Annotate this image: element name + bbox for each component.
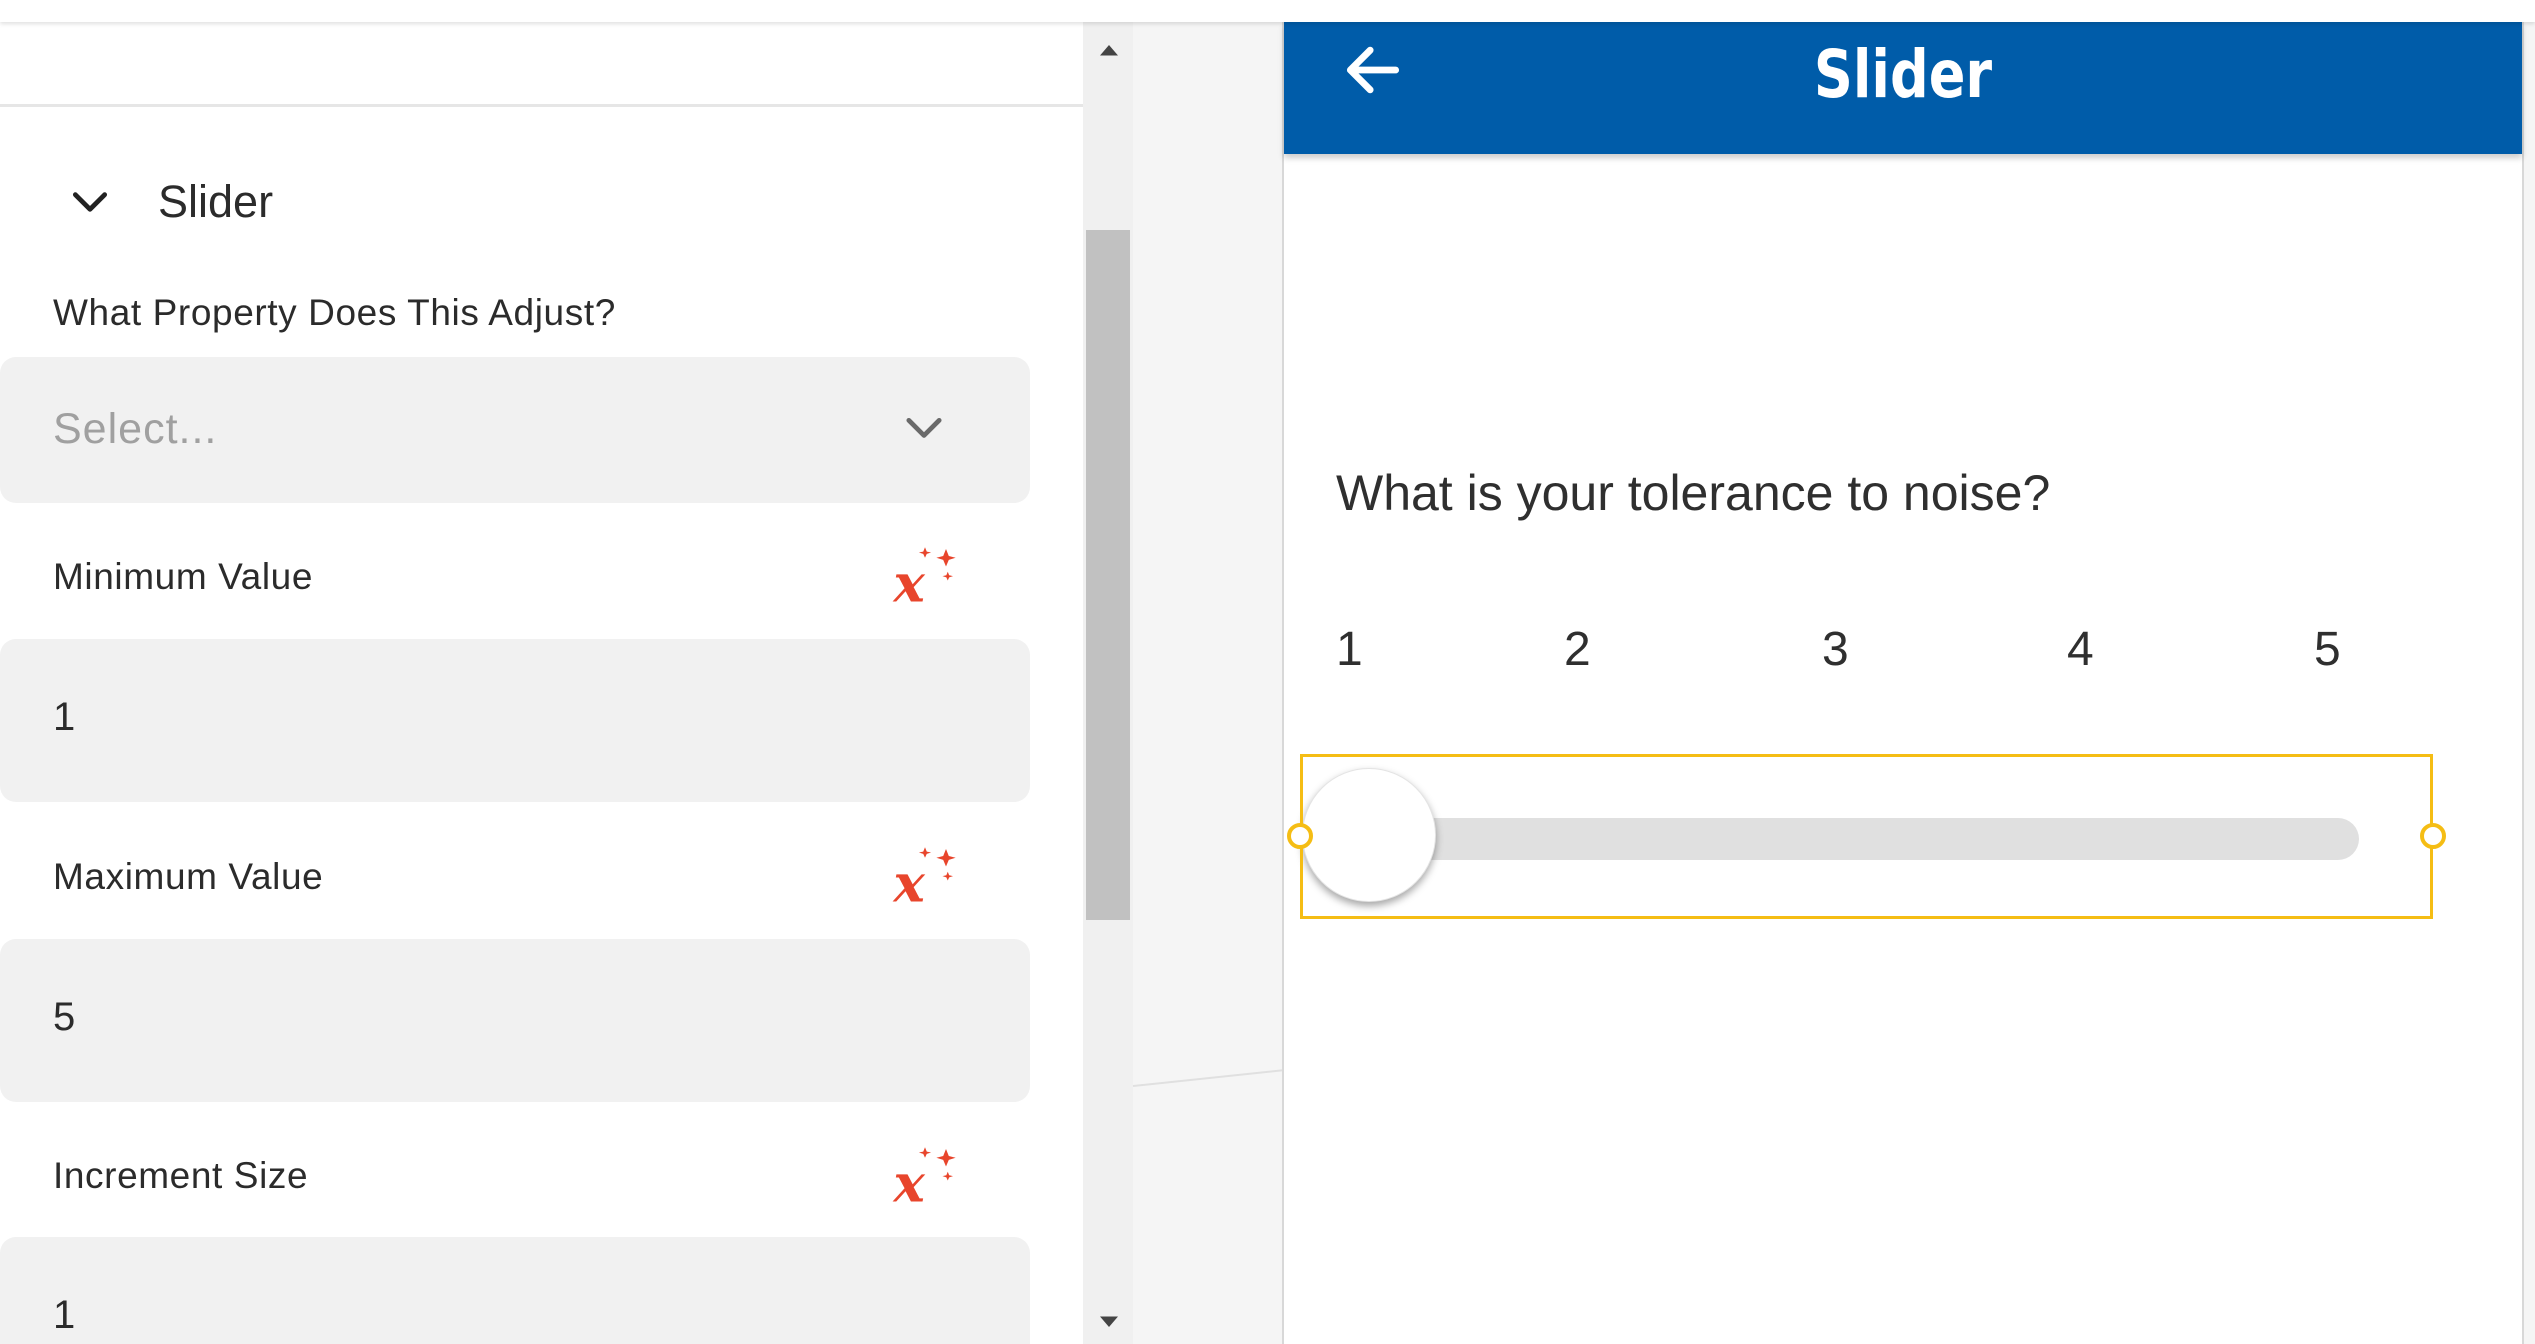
tick-label: 2 — [1564, 623, 1591, 676]
increment-size-value: 1 — [53, 1293, 76, 1337]
maximum-value-label: Maximum Value — [53, 856, 324, 897]
formula-icon[interactable]: x — [890, 842, 960, 912]
minimum-value-label: Minimum Value — [53, 556, 314, 597]
question-text: What is your tolerance to noise? — [1336, 465, 2051, 521]
scrollbar-thumb[interactable] — [1086, 230, 1130, 920]
section-toggle[interactable] — [68, 172, 112, 232]
resize-handle-right[interactable] — [2420, 823, 2446, 849]
property-label: What Property Does This Adjust? — [53, 292, 616, 333]
tick-label: 5 — [2314, 623, 2341, 676]
app-title: Slider — [1813, 36, 1993, 113]
chevron-down-icon — [906, 417, 942, 438]
tick-label: 4 — [2067, 623, 2094, 676]
app-header: Slider — [1284, 22, 2522, 154]
formula-icon[interactable]: x — [890, 542, 960, 612]
scroll-up-arrow-icon[interactable] — [1094, 36, 1124, 66]
property-select[interactable]: Select... — [0, 357, 1030, 503]
svg-text:x: x — [893, 854, 926, 913]
divider — [0, 104, 1083, 107]
minimum-value: 1 — [53, 695, 76, 739]
minimum-value-input[interactable]: 1 — [0, 639, 1030, 802]
svg-text:x: x — [893, 554, 926, 613]
property-select-placeholder: Select... — [53, 405, 218, 453]
maximum-value: 5 — [53, 995, 76, 1039]
scroll-down-arrow-icon[interactable] — [1094, 1306, 1124, 1336]
resize-handle-left[interactable] — [1287, 823, 1313, 849]
selection-outline[interactable] — [1300, 754, 2433, 919]
maximum-value-input[interactable]: 5 — [0, 939, 1030, 1102]
chevron-down-icon — [72, 192, 108, 212]
formula-icon[interactable]: x — [890, 1142, 960, 1212]
top-bar — [0, 0, 2535, 22]
increment-size-label: Increment Size — [53, 1155, 309, 1196]
section-title: Slider — [158, 176, 274, 227]
tick-label: 3 — [1822, 623, 1849, 676]
svg-text:x: x — [893, 1154, 926, 1213]
increment-size-input[interactable]: 1 — [0, 1237, 1030, 1344]
screen-preview: Slider What is your tolerance to noise? … — [1282, 22, 2524, 1344]
properties-panel: Slider What Property Does This Adjust? S… — [0, 22, 1083, 1344]
tick-label: 1 — [1336, 623, 1363, 676]
